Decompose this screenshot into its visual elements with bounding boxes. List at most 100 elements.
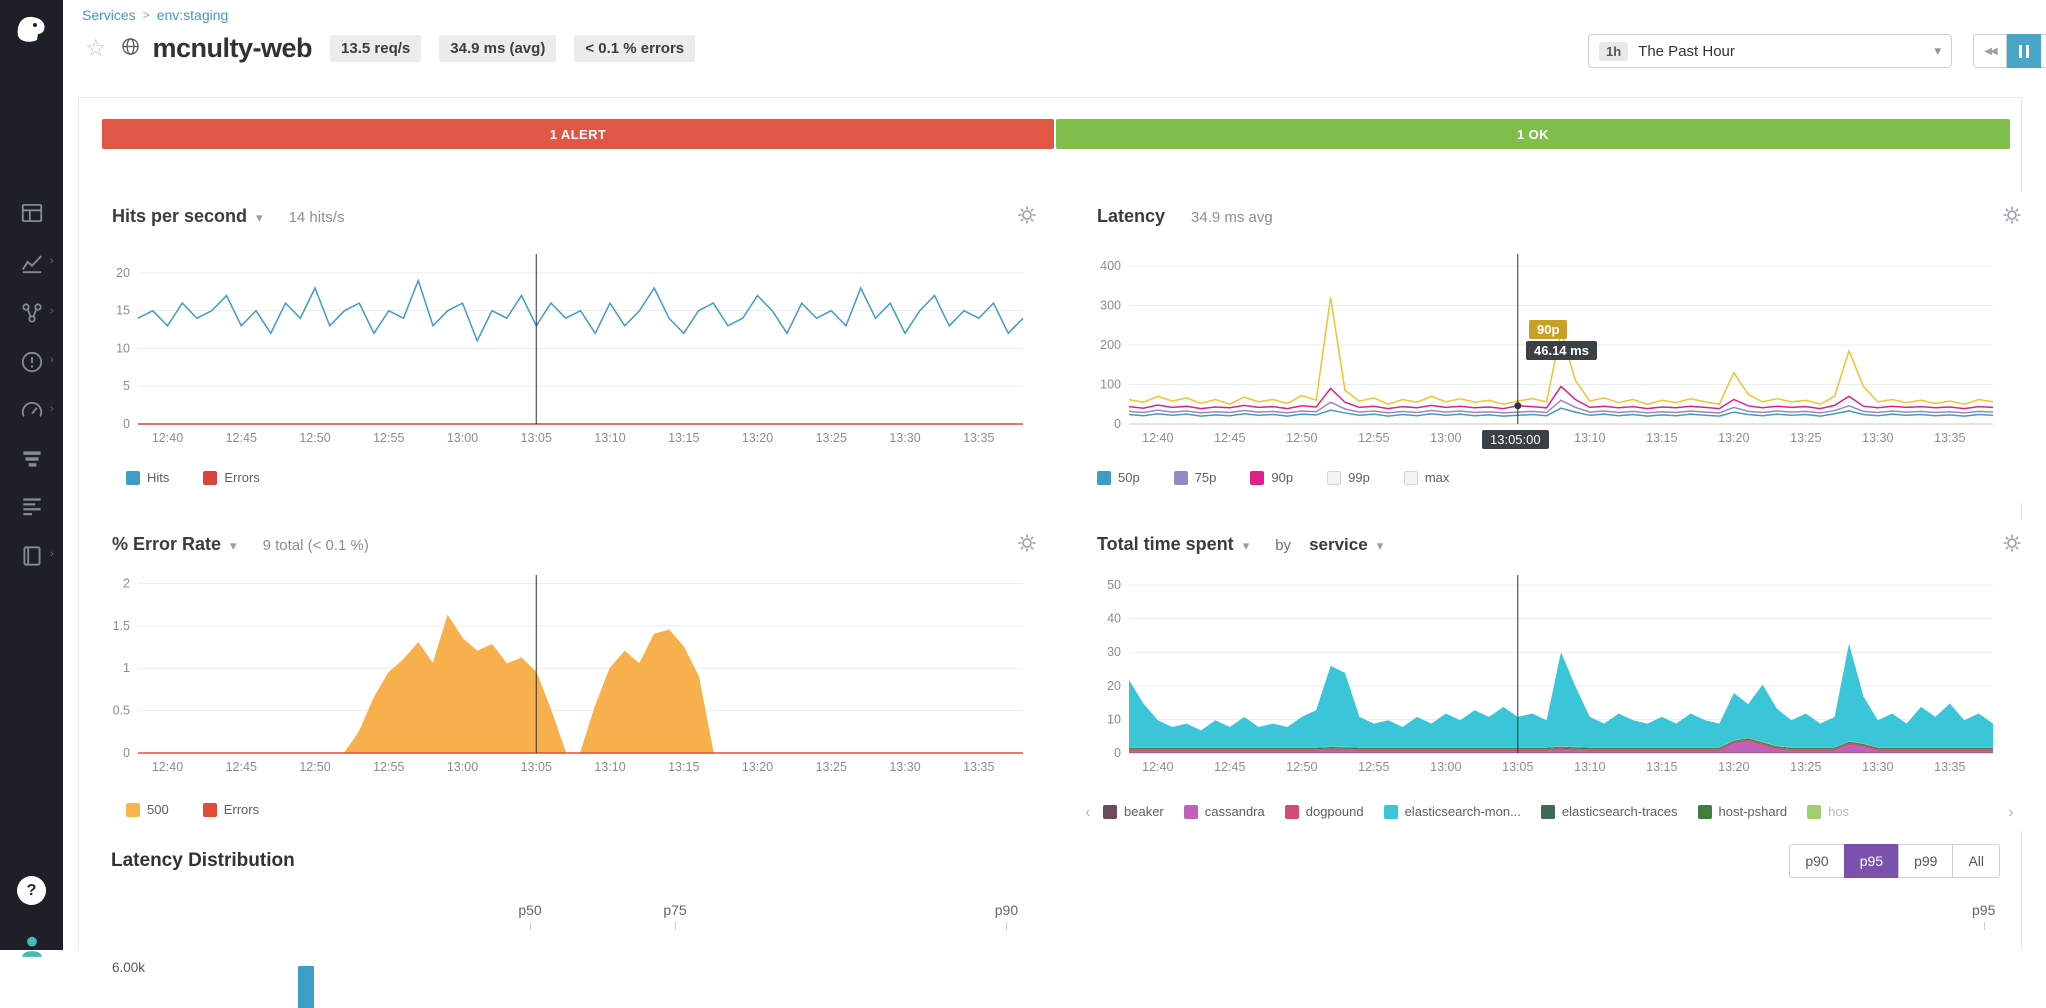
ok-status-segment[interactable]: 1 OK xyxy=(1056,119,2010,149)
y-axis-tick-label: 0 xyxy=(1114,746,1121,760)
legend-item[interactable]: elasticsearch-mon... xyxy=(1384,804,1521,819)
synthetics-submenu-chevron[interactable]: › xyxy=(50,403,54,415)
datadog-logo[interactable] xyxy=(12,10,50,53)
x-axis-tick-label: 13:20 xyxy=(742,431,773,445)
x-axis-tick-label: 13:35 xyxy=(1934,760,1965,774)
x-axis-tick-label: 12:50 xyxy=(1286,760,1317,774)
requests-rate-badge: 13.5 req/s xyxy=(330,35,421,62)
legend-item[interactable]: Errors xyxy=(203,802,259,817)
legend-swatch xyxy=(1184,805,1198,819)
legend-item[interactable]: 500 xyxy=(126,802,169,817)
p90-button[interactable]: p90 xyxy=(1789,844,1844,878)
time-range-label: The Past Hour xyxy=(1638,43,1735,60)
y-axis-tick-label: 1 xyxy=(123,661,130,675)
topbar: Services > env:staging ☆ mcnulty-web 13.… xyxy=(63,0,2046,78)
total-time-chart[interactable]: 0102030405012:4012:4512:5012:5513:0013:0… xyxy=(1083,560,2023,795)
breadcrumb-env-link[interactable]: env:staging xyxy=(157,7,229,23)
series-area xyxy=(138,616,1023,753)
chevron-down-icon[interactable]: ▾ xyxy=(230,538,237,554)
forward-button[interactable]: ▶▶ xyxy=(2041,34,2046,68)
legend-item[interactable]: 75p xyxy=(1174,470,1217,485)
legend-item[interactable]: max xyxy=(1404,470,1450,485)
dashboards-icon[interactable] xyxy=(19,200,45,226)
legend-scroll-right-icon[interactable]: › xyxy=(2008,802,2014,822)
error-rate-panel-header: % Error Rate ▾ 9 total (< 0.1 %) xyxy=(98,520,1038,555)
x-axis-tick-label: 13:00 xyxy=(1430,760,1461,774)
error-rate-chart[interactable]: 00.511.5212:4012:4512:5012:5513:0013:051… xyxy=(98,560,1038,795)
y-axis-tick-label: 40 xyxy=(1107,612,1121,626)
favorite-star-icon[interactable]: ☆ xyxy=(85,37,107,61)
x-axis-tick-label: 13:30 xyxy=(1862,760,1893,774)
x-axis-tick-label: 12:40 xyxy=(152,431,183,445)
legend-swatch xyxy=(1097,471,1111,485)
playback-controls: ◀◀ ▶▶ xyxy=(1973,34,2046,68)
synthetics-icon[interactable] xyxy=(19,398,45,424)
monitors-submenu-chevron[interactable]: › xyxy=(50,354,54,366)
infrastructure-submenu-chevron[interactable]: › xyxy=(50,305,54,317)
time-range-select[interactable]: 1h The Past Hour ▾ xyxy=(1588,34,1952,68)
legend-item[interactable]: 50p xyxy=(1097,470,1140,485)
apm-icon[interactable] xyxy=(19,446,45,472)
monitors-icon[interactable] xyxy=(19,349,45,375)
chevron-down-icon[interactable]: ▾ xyxy=(1377,538,1384,554)
legend-scroll-left-icon[interactable]: ‹ xyxy=(1085,802,1091,822)
help-glyph: ? xyxy=(27,882,37,900)
infrastructure-icon[interactable] xyxy=(19,300,45,326)
chevron-down-icon[interactable]: ▾ xyxy=(1243,538,1250,554)
legend-item[interactable]: Hits xyxy=(126,470,169,485)
alert-status-segment[interactable]: 1 ALERT xyxy=(102,119,1054,149)
metrics-submenu-chevron[interactable]: › xyxy=(50,255,54,267)
percentile-button-group: p90 p95 p99 All xyxy=(1789,844,2000,878)
legend-item[interactable]: elasticsearch-traces xyxy=(1541,804,1678,819)
legend-label: 99p xyxy=(1348,470,1370,485)
legend-item[interactable]: hos xyxy=(1807,804,1849,819)
chevron-down-icon[interactable]: ▾ xyxy=(256,210,263,226)
y-axis-tick-label: 100 xyxy=(1100,377,1121,391)
logs-icon[interactable] xyxy=(19,493,45,519)
x-axis-tick-label: 13:30 xyxy=(889,431,920,445)
breadcrumb-services-link[interactable]: Services xyxy=(82,7,136,23)
legend-item[interactable]: 99p xyxy=(1327,470,1370,485)
legend-item[interactable]: cassandra xyxy=(1184,804,1265,819)
p99-button[interactable]: p99 xyxy=(1898,844,1953,878)
legend-item[interactable]: dogpound xyxy=(1285,804,1364,819)
total-time-group-select[interactable]: service xyxy=(1309,535,1368,555)
y-axis-tick-label: 15 xyxy=(116,304,130,318)
error-rate-chart-subtitle: 9 total (< 0.1 %) xyxy=(263,537,369,554)
gear-icon[interactable] xyxy=(2003,206,2021,229)
legend-label: 90p xyxy=(1271,470,1293,485)
y-axis-tick-label: 0 xyxy=(123,746,130,760)
latency-distribution-chart[interactable]: 6.00k p50p75p90p95 xyxy=(112,896,1995,950)
x-axis-tick-label: 12:50 xyxy=(1286,431,1317,445)
distribution-tick xyxy=(675,922,676,930)
metrics-icon[interactable] xyxy=(19,250,45,276)
legend-item[interactable]: 90p xyxy=(1250,470,1293,485)
gear-icon[interactable] xyxy=(1018,206,1036,229)
gear-icon[interactable] xyxy=(2003,534,2021,557)
notebooks-submenu-chevron[interactable]: › xyxy=(50,548,54,560)
legend-item[interactable]: host-pshard xyxy=(1698,804,1788,819)
account-icon[interactable] xyxy=(19,933,45,959)
notebooks-icon[interactable] xyxy=(19,543,45,569)
x-axis-tick-label: 12:40 xyxy=(1142,431,1173,445)
p95-button[interactable]: p95 xyxy=(1844,844,1899,878)
legend-item[interactable]: Errors xyxy=(203,470,259,485)
legend-swatch xyxy=(1384,805,1398,819)
hits-chart[interactable]: 0510152012:4012:4512:5012:5513:0013:0513… xyxy=(98,240,1038,465)
x-axis-tick-label: 12:40 xyxy=(1142,760,1173,774)
x-axis-tick-label: 12:55 xyxy=(373,431,404,445)
legend-swatch xyxy=(126,471,140,485)
all-button[interactable]: All xyxy=(1952,844,2000,878)
rewind-button[interactable]: ◀◀ xyxy=(1973,34,2007,68)
legend-item[interactable]: beaker xyxy=(1103,804,1164,819)
x-axis-tick-label: 13:10 xyxy=(594,760,625,774)
help-icon[interactable]: ? xyxy=(17,876,46,905)
y-axis-tick-label: 400 xyxy=(1100,259,1121,273)
gear-icon[interactable] xyxy=(1018,534,1036,557)
histogram-bar[interactable] xyxy=(298,966,314,1008)
pause-button[interactable] xyxy=(2007,34,2041,68)
distribution-percentile-label: p75 xyxy=(663,902,686,918)
x-axis-tick-label: 13:10 xyxy=(1574,431,1605,445)
x-axis-tick-label: 13:35 xyxy=(1934,431,1965,445)
error-rate-badge: < 0.1 % errors xyxy=(574,35,695,62)
